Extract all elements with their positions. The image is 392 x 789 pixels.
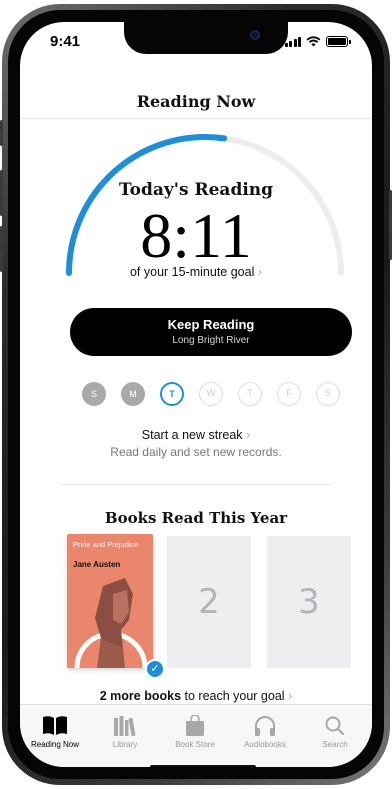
streak-title: Start a new streak xyxy=(141,428,243,442)
goal-suffix: to reach your goal xyxy=(181,689,285,703)
day-tuesday-today: T xyxy=(160,382,184,406)
tab-label: Book Store xyxy=(175,740,215,749)
tab-search[interactable]: Search xyxy=(300,715,370,749)
section-divider xyxy=(60,484,332,485)
tab-label: Audiobooks xyxy=(244,740,286,749)
weekly-streak: S M T W T F S xyxy=(82,382,340,408)
book-slot: 2 xyxy=(167,536,251,668)
home-indicator xyxy=(150,765,256,767)
camera-icon xyxy=(250,30,260,40)
chevron-right-icon: › xyxy=(257,265,263,279)
checkmark-icon: ✓ xyxy=(145,659,165,679)
book-cover-illustration xyxy=(74,578,148,668)
day-monday: M xyxy=(121,382,145,406)
page-title: Reading Now xyxy=(136,92,256,111)
notch xyxy=(124,22,288,54)
reading-time-value: 8:11 xyxy=(140,200,252,271)
tab-reading-now[interactable]: Reading Now xyxy=(20,715,90,749)
mute-switch xyxy=(0,120,3,146)
library-icon xyxy=(114,716,136,737)
phone-frame: 9:41 Reading Now Today's Reading 8:11 of… xyxy=(2,4,390,785)
volume-down-button xyxy=(0,226,3,272)
day-saturday: S xyxy=(316,382,340,406)
book-cover[interactable]: Pride and Prejudice Jane Austen xyxy=(67,534,153,668)
streak-subtitle: Read daily and set new records. xyxy=(110,445,282,459)
tab-label: Reading Now xyxy=(30,740,80,749)
books-read-title: Books Read This Year xyxy=(104,509,288,527)
goal-text: of your 15-minute goal xyxy=(129,265,255,279)
tab-audiobooks[interactable]: Audiobooks xyxy=(230,715,300,749)
day-wednesday: W xyxy=(199,382,223,406)
tab-label: Search xyxy=(322,740,348,749)
day-thursday: T xyxy=(238,382,262,406)
wifi-icon xyxy=(306,36,321,47)
tab-library[interactable]: Library xyxy=(90,715,160,749)
day-friday: F xyxy=(277,382,301,406)
battery-icon xyxy=(326,36,351,47)
books-remaining: 2 more books xyxy=(99,689,182,703)
tab-bar: Reading Now Library Book Store Audiobook… xyxy=(20,704,372,767)
chevron-right-icon: › xyxy=(288,689,293,703)
status-time: 9:41 xyxy=(50,33,81,50)
cellular-signal-icon xyxy=(284,36,301,47)
book-slot: 3 xyxy=(267,536,351,668)
keep-reading-button[interactable]: Keep Reading Long Bright River xyxy=(70,308,352,356)
tab-book-store[interactable]: Book Store xyxy=(160,715,230,749)
yearly-goal-link[interactable]: 2 more books to reach your goal › xyxy=(20,689,372,703)
book-open-icon xyxy=(43,716,67,735)
book-cover-title: Pride and Prejudice xyxy=(73,540,139,549)
tab-label: Library xyxy=(112,740,138,749)
day-sunday: S xyxy=(82,382,106,406)
header-divider xyxy=(20,118,372,119)
current-book-title: Long Bright River xyxy=(172,335,250,346)
keep-reading-label: Keep Reading xyxy=(167,317,255,332)
search-icon xyxy=(325,716,345,736)
phone-bezel: 9:41 Reading Now Today's Reading 8:11 of… xyxy=(8,10,384,779)
streak-link[interactable]: Start a new streak › xyxy=(20,428,372,442)
chevron-right-icon: › xyxy=(246,428,251,442)
status-icons xyxy=(284,36,351,47)
todays-reading-label: Today's Reading xyxy=(118,180,274,200)
shopping-bag-icon xyxy=(186,715,204,736)
volume-up-button xyxy=(0,170,3,216)
reading-goal-link[interactable]: of your 15-minute goal › xyxy=(20,265,372,279)
headphones-icon xyxy=(255,716,275,736)
screen: 9:41 Reading Now Today's Reading 8:11 of… xyxy=(20,22,372,767)
